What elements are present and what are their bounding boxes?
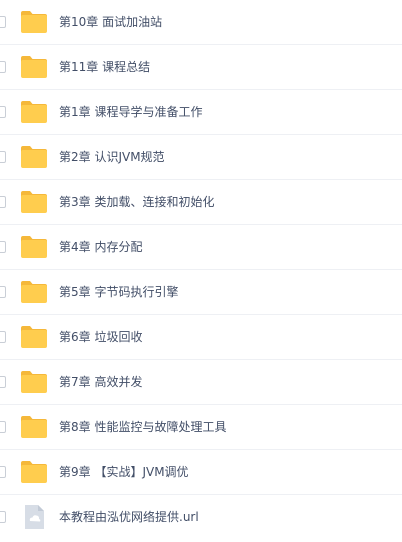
row-checkbox[interactable]: [0, 151, 6, 163]
row-checkbox[interactable]: [0, 106, 6, 118]
list-item[interactable]: 第11章 课程总结: [0, 45, 402, 90]
folder-icon: [20, 459, 48, 485]
folder-icon: [20, 414, 48, 440]
row-checkbox[interactable]: [0, 286, 6, 298]
folder-icon: [20, 234, 48, 260]
file-name[interactable]: 第4章 内存分配: [59, 225, 142, 270]
file-name[interactable]: 第9章 【实战】JVM调优: [59, 450, 189, 495]
row-checkbox[interactable]: [0, 241, 6, 253]
file-name[interactable]: 第10章 面试加油站: [59, 0, 162, 45]
file-name[interactable]: 第11章 课程总结: [59, 45, 150, 90]
folder-icon: [20, 9, 48, 35]
list-item[interactable]: 第4章 内存分配: [0, 225, 402, 270]
folder-icon: [20, 279, 48, 305]
link-file-icon: [20, 504, 48, 530]
file-name[interactable]: 第6章 垃圾回收: [59, 315, 142, 360]
folder-icon: [20, 189, 48, 215]
row-checkbox[interactable]: [0, 331, 6, 343]
folder-icon: [20, 144, 48, 170]
row-checkbox[interactable]: [0, 16, 6, 28]
row-checkbox[interactable]: [0, 376, 6, 388]
row-checkbox[interactable]: [0, 466, 6, 478]
file-name[interactable]: 第5章 字节码执行引擎: [59, 270, 178, 315]
list-item[interactable]: 第2章 认识JVM规范: [0, 135, 402, 180]
file-name[interactable]: 第1章 课程导学与准备工作: [59, 90, 202, 135]
list-item[interactable]: 第5章 字节码执行引擎: [0, 270, 402, 315]
file-name[interactable]: 第3章 类加载、连接和初始化: [59, 180, 214, 225]
list-item[interactable]: 第10章 面试加油站: [0, 0, 402, 45]
row-checkbox[interactable]: [0, 511, 6, 523]
file-name[interactable]: 第7章 高效并发: [59, 360, 142, 405]
row-checkbox[interactable]: [0, 196, 6, 208]
list-item[interactable]: 第9章 【实战】JVM调优: [0, 450, 402, 495]
file-name[interactable]: 第8章 性能监控与故障处理工具: [59, 405, 226, 450]
row-checkbox[interactable]: [0, 61, 6, 73]
list-item[interactable]: 本教程由泓优网络提供.url: [0, 495, 402, 540]
list-item[interactable]: 第6章 垃圾回收: [0, 315, 402, 360]
folder-icon: [20, 369, 48, 395]
folder-icon: [20, 54, 48, 80]
folder-icon: [20, 99, 48, 125]
folder-icon: [20, 324, 48, 350]
file-name[interactable]: 第2章 认识JVM规范: [59, 135, 165, 180]
list-item[interactable]: 第3章 类加载、连接和初始化: [0, 180, 402, 225]
file-name[interactable]: 本教程由泓优网络提供.url: [59, 495, 199, 540]
list-item[interactable]: 第7章 高效并发: [0, 360, 402, 405]
file-list: 第10章 面试加油站 第11章 课程总结 第1章 课程导学与准备工作 第2章 认…: [0, 0, 402, 542]
row-checkbox[interactable]: [0, 421, 6, 433]
list-item[interactable]: 第1章 课程导学与准备工作: [0, 90, 402, 135]
list-item[interactable]: 第8章 性能监控与故障处理工具: [0, 405, 402, 450]
